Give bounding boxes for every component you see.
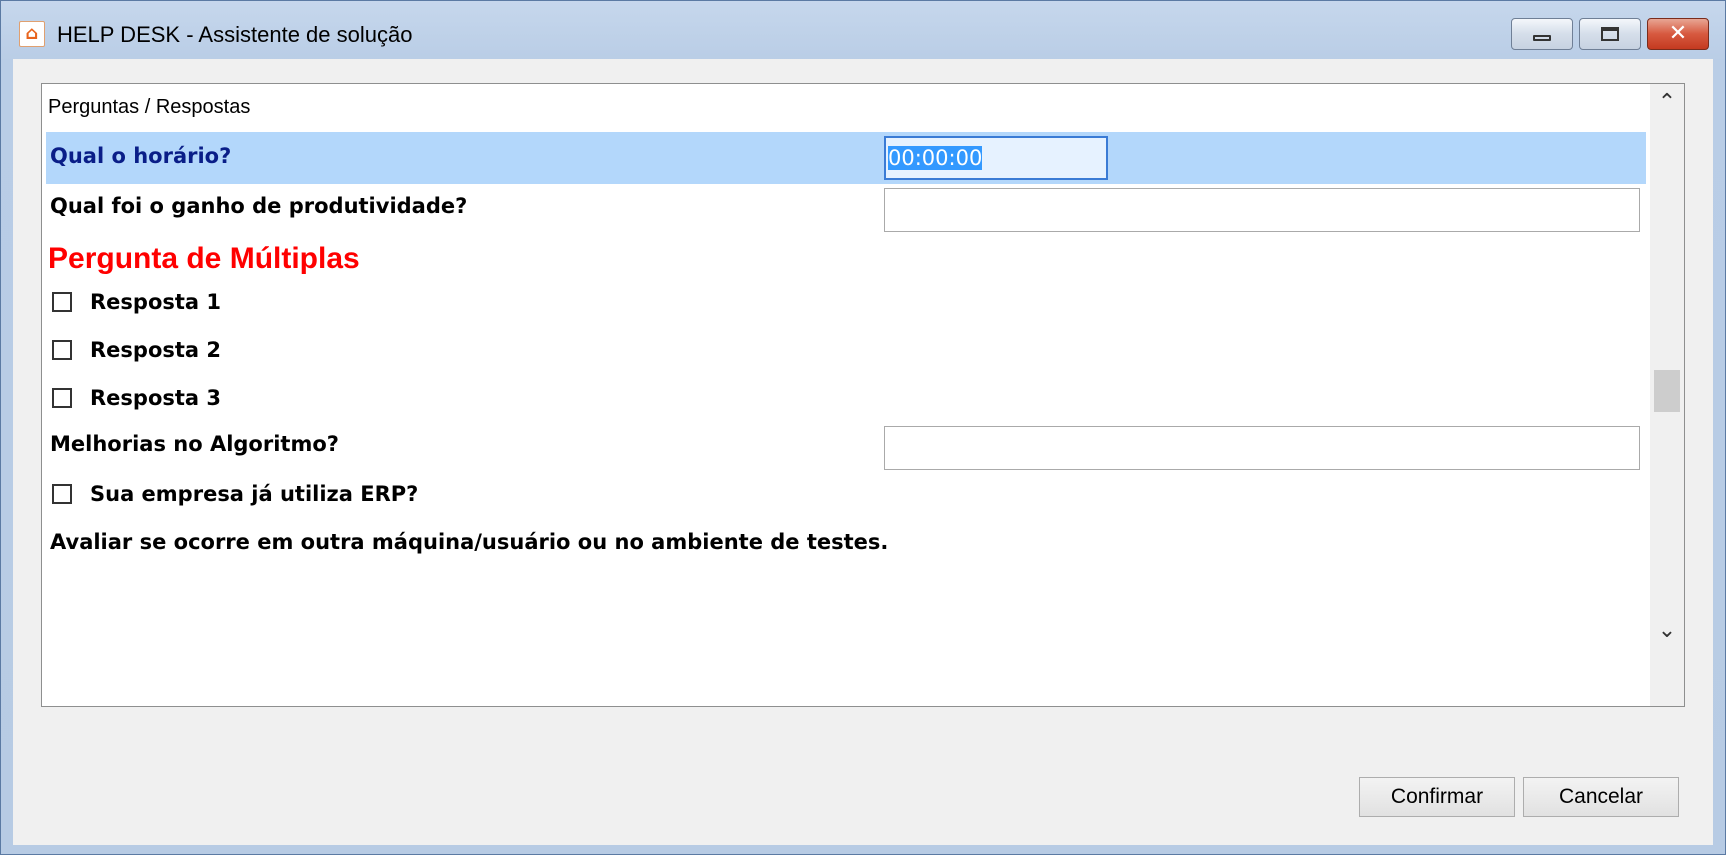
- note-text: Avaliar se ocorre em outra máquina/usuár…: [50, 530, 889, 554]
- checkbox-erp[interactable]: [52, 484, 72, 504]
- confirm-button[interactable]: Confirmar: [1359, 777, 1515, 817]
- vertical-scrollbar[interactable]: ⌃ ⌄: [1650, 84, 1684, 706]
- questions-panel: Perguntas / Respostas Qual o horário? 00…: [41, 83, 1685, 707]
- scroll-down-icon[interactable]: ⌄: [1650, 614, 1684, 648]
- scroll-thumb[interactable]: [1654, 370, 1680, 412]
- checkbox-row-resposta-1[interactable]: Resposta 1: [52, 290, 221, 314]
- time-input-horario[interactable]: 00:00:00: [884, 136, 1108, 180]
- panel-header: Perguntas / Respostas: [48, 96, 251, 118]
- time-input-value: 00:00:00: [888, 146, 983, 170]
- maximize-icon: [1601, 27, 1619, 41]
- checkbox-label: Resposta 2: [90, 338, 222, 362]
- dialog-client-area: Perguntas / Respostas Qual o horário? 00…: [13, 59, 1713, 845]
- dialog-window: ⌂ HELP DESK - Assistente de solução ✕ Pe…: [0, 0, 1726, 855]
- maximize-button[interactable]: [1579, 18, 1641, 50]
- checkbox-resposta-1[interactable]: [52, 292, 72, 312]
- checkbox-label: Resposta 1: [90, 290, 222, 314]
- checkbox-row-resposta-3[interactable]: Resposta 3: [52, 386, 221, 410]
- checkbox-row-erp[interactable]: Sua empresa já utiliza ERP?: [52, 482, 418, 506]
- scroll-up-icon[interactable]: ⌃: [1650, 86, 1684, 120]
- minimize-button[interactable]: [1511, 18, 1573, 50]
- checkbox-row-resposta-2[interactable]: Resposta 2: [52, 338, 221, 362]
- question-label-melhorias: Melhorias no Algoritmo?: [50, 432, 339, 456]
- multiple-choice-title: Pergunta de Múltiplas: [48, 242, 360, 275]
- close-icon: ✕: [1668, 21, 1688, 46]
- question-label-horario: Qual o horário?: [50, 144, 232, 168]
- melhorias-input[interactable]: [884, 426, 1640, 470]
- checkbox-resposta-2[interactable]: [52, 340, 72, 360]
- checkbox-label: Resposta 3: [90, 386, 222, 410]
- question-label-produtividade: Qual foi o ganho de produtividade?: [50, 194, 468, 218]
- produtividade-input[interactable]: [884, 188, 1640, 232]
- helpdesk-app-icon: ⌂: [19, 21, 45, 47]
- close-button[interactable]: ✕: [1647, 18, 1709, 50]
- window-title: HELP DESK - Assistente de solução: [57, 22, 413, 47]
- checkbox-label: Sua empresa já utiliza ERP?: [90, 482, 419, 506]
- checkbox-resposta-3[interactable]: [52, 388, 72, 408]
- minimize-icon: [1533, 35, 1551, 41]
- selected-row-highlight: [46, 132, 1646, 184]
- cancel-button[interactable]: Cancelar: [1523, 777, 1679, 817]
- title-bar[interactable]: ⌂ HELP DESK - Assistente de solução ✕: [1, 1, 1725, 59]
